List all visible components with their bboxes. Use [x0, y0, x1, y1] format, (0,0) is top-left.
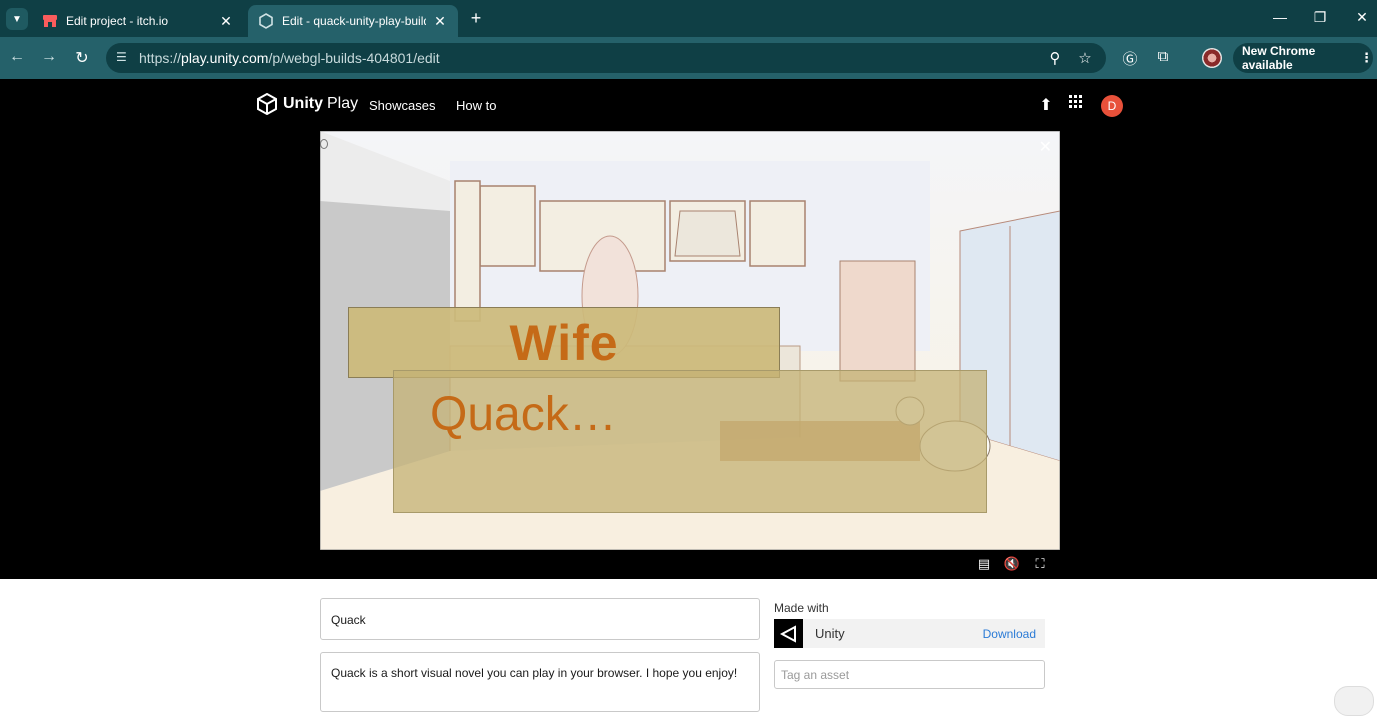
brand-suffix: Play	[327, 95, 359, 112]
grammarly-icon[interactable]: Ⓖ	[1119, 48, 1141, 69]
kebab-icon[interactable]: ⋮	[1360, 50, 1373, 66]
user-avatar[interactable]: D	[1101, 95, 1123, 117]
game-cursor-indicator	[320, 139, 328, 149]
minimize-icon[interactable]: —	[1270, 9, 1290, 25]
brand-name: Unity	[283, 95, 323, 112]
nav-showcases[interactable]: Showcases	[369, 98, 435, 113]
engine-name: Unity	[815, 626, 845, 641]
close-icon[interactable]: ✕	[218, 13, 234, 30]
itch-favicon-icon	[43, 15, 57, 27]
engine-card: Unity Download	[774, 619, 1045, 648]
reload-icon[interactable]: ↻	[72, 48, 92, 68]
tab-title: Edit - quack-unity-play-build	[282, 14, 426, 28]
tab-itch[interactable]: Edit project - itch.io ✕	[32, 5, 244, 37]
close-icon[interactable]: ✕	[432, 13, 448, 30]
unity-cube-icon	[257, 93, 277, 115]
address-bar[interactable]: ☰ https://play.unity.com/p/webgl-builds-…	[106, 43, 1106, 73]
tune-icon[interactable]: ☰	[116, 50, 132, 66]
update-label: New Chrome available	[1242, 44, 1316, 72]
clapperboard-icon[interactable]: ▤	[975, 556, 993, 572]
url-text: https://play.unity.com/p/webgl-builds-40…	[139, 50, 440, 66]
zoom-icon[interactable]: ⚲	[1045, 49, 1065, 67]
unity-logo-glyph	[779, 624, 796, 643]
mute-icon[interactable]: 🔇	[1003, 556, 1021, 572]
arrow-right-icon[interactable]: →	[39, 48, 59, 66]
speaker-name: Wife	[509, 314, 619, 371]
chevron-down-icon[interactable]: ▼	[6, 8, 28, 30]
unity-play-logo[interactable]: Unity Play	[257, 93, 358, 115]
made-with-label: Made with	[774, 601, 829, 615]
arrow-left-icon[interactable]: ←	[7, 48, 27, 66]
apps-grid-icon[interactable]	[1065, 95, 1085, 113]
description-textarea[interactable]: Quack is a short visual novel you can pl…	[320, 652, 760, 712]
close-icon[interactable]: ✕	[1039, 137, 1052, 157]
restore-icon[interactable]: ❐	[1310, 9, 1330, 26]
apps-grid-glyph	[1068, 95, 1082, 108]
engine-download-link[interactable]: Download	[983, 627, 1036, 641]
tab-unity-play[interactable]: Edit - quack-unity-play-build ✕	[248, 5, 458, 37]
unity-favicon-icon	[259, 13, 273, 29]
tab-title: Edit project - itch.io	[66, 14, 169, 28]
upload-icon[interactable]: ⬆	[1036, 95, 1056, 115]
plus-icon[interactable]: +	[466, 8, 486, 29]
dialog-text: Quack…	[430, 388, 617, 441]
close-icon[interactable]: ✕	[1352, 9, 1372, 26]
tab-strip: ▼ Edit project - itch.io ✕ Edit - quack-…	[0, 0, 1377, 37]
update-chrome-button[interactable]: New Chrome available ⋮	[1233, 43, 1373, 73]
profile-avatar[interactable]	[1202, 48, 1222, 68]
game-canvas[interactable]: ✕ Wife Quack…	[320, 131, 1060, 550]
puzzle-icon[interactable]: ⧉	[1152, 48, 1174, 65]
nav-how-to[interactable]: How to	[456, 98, 496, 113]
title-input[interactable]: Quack	[320, 598, 760, 640]
browser-toolbar: ← → ↻ ☰ https://play.unity.com/p/webgl-b…	[0, 37, 1377, 79]
fullscreen-icon[interactable]: ⛶	[1031, 556, 1049, 572]
star-icon[interactable]: ☆	[1075, 49, 1095, 67]
help-widget[interactable]	[1334, 686, 1374, 716]
dialog-box[interactable]: Quack…	[393, 370, 987, 513]
speaker-name-box: Wife	[348, 307, 780, 378]
tag-asset-input[interactable]: Tag an asset	[774, 660, 1045, 689]
unity-logo-icon	[774, 619, 803, 648]
